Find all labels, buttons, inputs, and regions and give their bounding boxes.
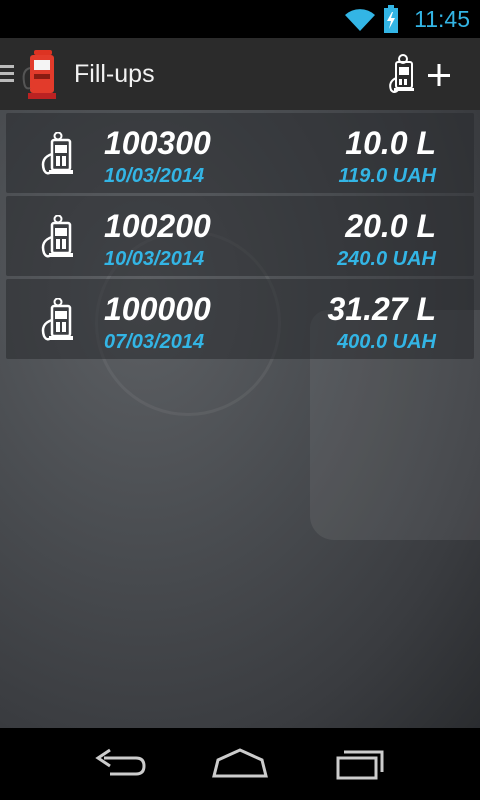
add-fillup-button[interactable] <box>386 54 452 98</box>
drawer-icon[interactable] <box>0 64 14 84</box>
fillup-date: 07/03/2014 <box>104 331 205 353</box>
wifi-icon <box>345 9 375 31</box>
page-title: Fill-ups <box>74 60 155 88</box>
status-time: 11:45 <box>414 6 470 32</box>
fuel-volume: 20.0 L <box>345 208 436 244</box>
fuel-cost: 400.0 UAH <box>337 331 436 353</box>
home-icon <box>212 748 268 778</box>
odometer-value: 100200 <box>104 208 211 244</box>
fillup-row[interactable]: 100200 10/03/2014 20.0 L 240.0 UAH <box>6 196 474 276</box>
fillup-row[interactable]: 100000 07/03/2014 31.27 L 400.0 UAH <box>6 279 474 359</box>
back-icon <box>95 748 146 776</box>
fillup-date: 10/03/2014 <box>104 248 205 270</box>
recent-apps-button[interactable] <box>330 746 390 782</box>
navigation-bar <box>0 728 480 800</box>
gas-pump-icon <box>41 132 73 175</box>
add-fillup-icon <box>389 54 450 93</box>
odometer-value: 100300 <box>104 125 211 161</box>
fuel-volume: 10.0 L <box>345 125 436 161</box>
fillup-list: 100300 10/03/2014 10.0 L 119.0 UAH 10020… <box>6 113 474 362</box>
action-bar: Fill-ups <box>0 38 480 110</box>
fuel-cost: 119.0 UAH <box>338 165 436 187</box>
battery-icon <box>384 5 398 33</box>
back-button[interactable] <box>90 746 150 782</box>
home-button[interactable] <box>210 746 270 782</box>
odometer-value: 100000 <box>104 291 211 327</box>
gas-pump-icon <box>41 215 73 258</box>
fillup-row[interactable]: 100300 10/03/2014 10.0 L 119.0 UAH <box>6 113 474 193</box>
gas-pump-icon <box>41 298 73 341</box>
fillup-date: 10/03/2014 <box>104 165 205 187</box>
status-bar: 11:45 <box>0 0 480 38</box>
gas-pump-icon[interactable] <box>20 50 62 100</box>
fuel-cost: 240.0 UAH <box>337 248 436 270</box>
recent-apps-icon <box>336 750 384 780</box>
fuel-volume: 31.27 L <box>327 291 436 327</box>
fillups-content: 100300 10/03/2014 10.0 L 119.0 UAH 10020… <box>0 110 480 728</box>
